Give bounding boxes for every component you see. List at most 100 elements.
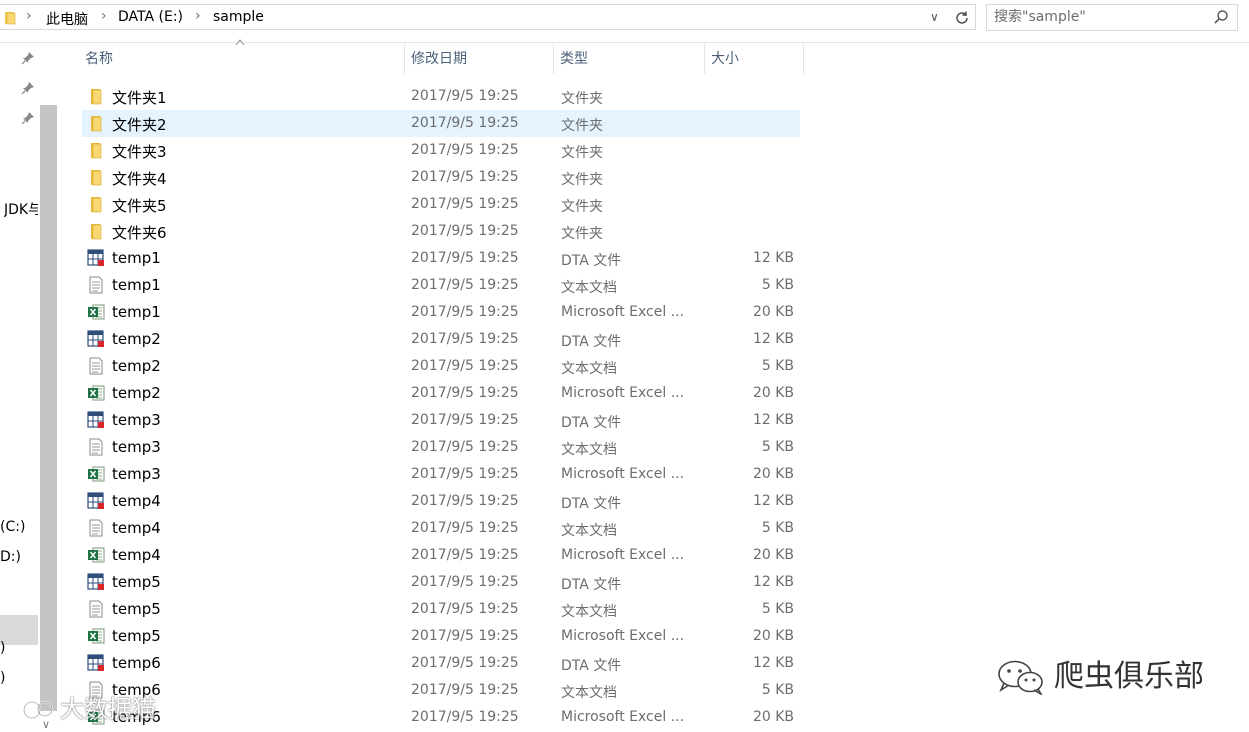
chevron-right-icon[interactable]: › bbox=[26, 8, 32, 24]
file-row[interactable]: temp1 2017/9/5 19:25 Microsoft Excel ... 20… bbox=[82, 299, 800, 326]
column-divider[interactable] bbox=[803, 44, 804, 74]
nav-item-jdk[interactable]: JDK与 bbox=[4, 199, 38, 219]
file-name[interactable]: temp5 bbox=[112, 573, 161, 591]
file-name[interactable]: temp4 bbox=[112, 519, 161, 537]
file-date: 2017/9/5 19:25 bbox=[411, 223, 519, 239]
nav-item[interactable]: ) bbox=[0, 640, 38, 656]
excel-file-icon bbox=[87, 465, 105, 483]
file-name[interactable]: temp6 bbox=[112, 654, 161, 672]
file-row[interactable]: temp3 2017/9/5 19:25 文本文档 5 KB bbox=[82, 434, 800, 461]
file-row[interactable]: temp6 2017/9/5 19:25 文本文档 5 KB bbox=[82, 677, 800, 704]
file-name[interactable]: temp3 bbox=[112, 411, 161, 429]
nav-scrollbar-thumb[interactable] bbox=[40, 105, 57, 711]
file-row[interactable]: temp4 2017/9/5 19:25 DTA 文件 12 KB bbox=[82, 488, 800, 515]
folder-row[interactable]: 文件夹4 2017/9/5 19:25 文件夹 bbox=[82, 164, 800, 191]
file-name[interactable]: 文件夹6 bbox=[112, 222, 167, 243]
file-type: DTA 文件 bbox=[561, 577, 622, 593]
navigation-pane: JDK与 (C:) D:) ) ) ∨ bbox=[0, 43, 58, 732]
file-row[interactable]: temp5 2017/9/5 19:25 文本文档 5 KB bbox=[82, 596, 800, 623]
file-name[interactable]: temp1 bbox=[112, 249, 161, 267]
folder-icon bbox=[87, 222, 105, 240]
nav-item[interactable]: ) bbox=[0, 670, 38, 686]
file-row[interactable]: temp4 2017/9/5 19:25 文本文档 5 KB bbox=[82, 515, 800, 542]
file-row[interactable]: temp4 2017/9/5 19:25 Microsoft Excel ... 20… bbox=[82, 542, 800, 569]
pin-icon[interactable] bbox=[21, 111, 35, 125]
search-icon[interactable] bbox=[1213, 9, 1229, 25]
file-date: 2017/9/5 19:25 bbox=[411, 196, 519, 212]
file-row[interactable]: temp5 2017/9/5 19:25 DTA 文件 12 KB bbox=[82, 569, 800, 596]
folder-icon bbox=[87, 141, 105, 159]
text-file-icon bbox=[87, 519, 105, 537]
breadcrumb-sample[interactable]: sample bbox=[213, 9, 264, 25]
file-type: 文件夹 bbox=[561, 118, 603, 134]
folder-row[interactable]: 文件夹6 2017/9/5 19:25 文件夹 bbox=[82, 218, 800, 245]
file-row[interactable]: temp2 2017/9/5 19:25 Microsoft Excel ... 20… bbox=[82, 380, 800, 407]
file-name[interactable]: temp2 bbox=[112, 384, 161, 402]
file-type: DTA 文件 bbox=[561, 658, 622, 674]
dta-file-icon bbox=[87, 249, 105, 267]
file-row[interactable]: temp6 2017/9/5 19:25 DTA 文件 12 KB bbox=[82, 650, 800, 677]
column-header-size[interactable]: 大小 bbox=[705, 44, 803, 74]
refresh-button[interactable] bbox=[951, 8, 973, 28]
nav-item-drive-d[interactable]: D:) bbox=[0, 549, 38, 565]
search-input[interactable] bbox=[994, 8, 1204, 26]
file-name[interactable]: 文件夹4 bbox=[112, 168, 167, 189]
file-size: 20 KB bbox=[752, 304, 794, 320]
chevron-right-icon[interactable]: › bbox=[101, 8, 107, 24]
file-date: 2017/9/5 19:25 bbox=[411, 520, 519, 536]
folder-row[interactable]: 文件夹1 2017/9/5 19:25 文件夹 bbox=[82, 83, 800, 110]
breadcrumb-data-drive[interactable]: DATA (E:) bbox=[118, 9, 183, 25]
file-name[interactable]: temp4 bbox=[112, 546, 161, 564]
breadcrumb[interactable]: › 此电脑 › DATA (E:) › sample ∨ bbox=[0, 4, 976, 30]
file-date: 2017/9/5 19:25 bbox=[411, 709, 519, 725]
file-row[interactable]: temp1 2017/9/5 19:25 文本文档 5 KB bbox=[82, 272, 800, 299]
file-name[interactable]: 文件夹5 bbox=[112, 195, 167, 216]
breadcrumb-this-pc[interactable]: 此电脑 bbox=[46, 9, 88, 29]
file-size: 20 KB bbox=[752, 547, 794, 563]
file-name[interactable]: temp3 bbox=[112, 438, 161, 456]
pin-icon[interactable] bbox=[21, 81, 35, 95]
file-name[interactable]: temp1 bbox=[112, 276, 161, 294]
file-name[interactable]: 文件夹1 bbox=[112, 87, 167, 108]
file-date: 2017/9/5 19:25 bbox=[411, 331, 519, 347]
excel-file-icon bbox=[87, 303, 105, 321]
file-row[interactable]: temp1 2017/9/5 19:25 DTA 文件 12 KB bbox=[82, 245, 800, 272]
file-type: Microsoft Excel ... bbox=[561, 385, 685, 401]
pin-icon[interactable] bbox=[21, 51, 35, 65]
excel-file-icon bbox=[87, 627, 105, 645]
column-header-type[interactable]: 类型 bbox=[554, 44, 704, 74]
file-date: 2017/9/5 19:25 bbox=[411, 439, 519, 455]
file-row[interactable]: temp6 2017/9/5 19:25 Microsoft Excel ... 20… bbox=[82, 704, 800, 731]
file-date: 2017/9/5 19:25 bbox=[411, 412, 519, 428]
file-type: 文件夹 bbox=[561, 199, 603, 215]
nav-item-drive-c[interactable]: (C:) bbox=[0, 519, 38, 535]
dta-file-icon bbox=[87, 492, 105, 510]
file-row[interactable]: temp3 2017/9/5 19:25 Microsoft Excel ... 20… bbox=[82, 461, 800, 488]
file-name[interactable]: temp5 bbox=[112, 627, 161, 645]
file-name[interactable]: temp2 bbox=[112, 357, 161, 375]
file-type: 文件夹 bbox=[561, 145, 603, 161]
folder-row[interactable]: 文件夹3 2017/9/5 19:25 文件夹 bbox=[82, 137, 800, 164]
chevron-right-icon[interactable]: › bbox=[195, 8, 201, 24]
file-name[interactable]: temp5 bbox=[112, 600, 161, 618]
file-size: 5 KB bbox=[761, 358, 794, 374]
file-name[interactable]: 文件夹2 bbox=[112, 114, 167, 135]
folder-row[interactable]: 文件夹2 2017/9/5 19:25 文件夹 bbox=[82, 110, 800, 137]
file-row[interactable]: temp2 2017/9/5 19:25 文本文档 5 KB bbox=[82, 353, 800, 380]
file-type: 文件夹 bbox=[561, 91, 603, 107]
address-bar: › 此电脑 › DATA (E:) › sample ∨ bbox=[0, 0, 1249, 43]
file-row[interactable]: temp3 2017/9/5 19:25 DTA 文件 12 KB bbox=[82, 407, 800, 434]
file-name[interactable]: temp2 bbox=[112, 330, 161, 348]
file-name[interactable]: temp1 bbox=[112, 303, 161, 321]
file-name[interactable]: temp4 bbox=[112, 492, 161, 510]
file-row[interactable]: temp5 2017/9/5 19:25 Microsoft Excel ... 20… bbox=[82, 623, 800, 650]
file-type: 文件夹 bbox=[561, 226, 603, 242]
column-header-date[interactable]: 修改日期 bbox=[405, 44, 553, 74]
folder-row[interactable]: 文件夹5 2017/9/5 19:25 文件夹 bbox=[82, 191, 800, 218]
file-row[interactable]: temp2 2017/9/5 19:25 DTA 文件 12 KB bbox=[82, 326, 800, 353]
chevron-down-icon[interactable]: ∨ bbox=[930, 10, 939, 24]
search-box[interactable] bbox=[986, 4, 1238, 31]
file-name[interactable]: 文件夹3 bbox=[112, 141, 167, 162]
column-header-name[interactable]: 名称 bbox=[79, 44, 404, 74]
file-name[interactable]: temp3 bbox=[112, 465, 161, 483]
